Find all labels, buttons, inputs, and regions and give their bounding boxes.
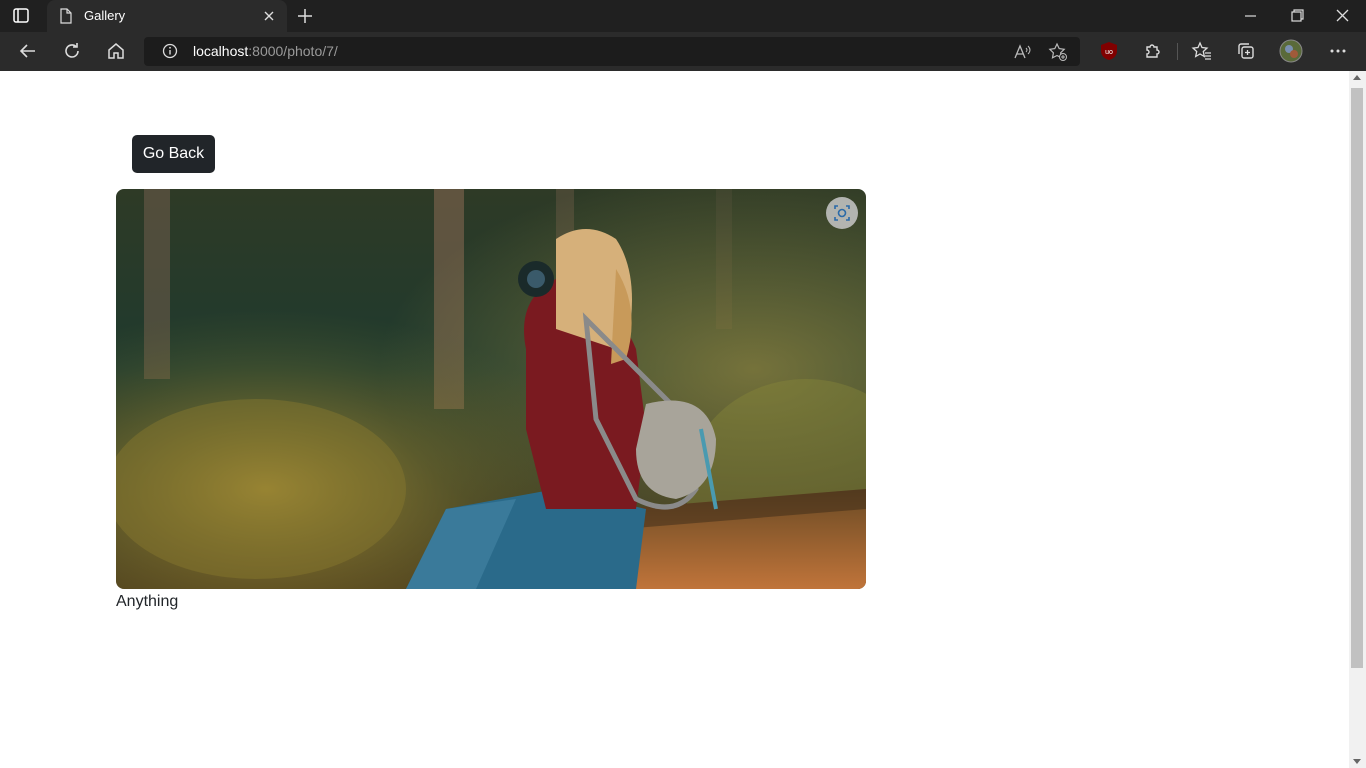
refresh-icon[interactable]: [60, 39, 84, 63]
toolbar-separator: [1177, 43, 1178, 60]
browser-chrome: Gallery localhost:8000/photo/7/ uo: [0, 0, 1366, 72]
go-back-button[interactable]: Go Back: [132, 135, 215, 173]
navigation-bar: localhost:8000/photo/7/ uo: [0, 32, 1366, 72]
tab-title: Gallery: [84, 8, 126, 23]
close-icon[interactable]: [261, 8, 277, 24]
photo-caption: Anything: [116, 593, 179, 610]
read-aloud-icon[interactable]: [1012, 42, 1032, 62]
url-host: localhost: [193, 43, 249, 59]
profile-avatar-icon[interactable]: [1279, 39, 1303, 63]
favorites-icon[interactable]: [1190, 39, 1214, 63]
back-arrow-icon[interactable]: [16, 39, 40, 63]
vertical-scrollbar[interactable]: [1349, 71, 1366, 768]
document-icon: [59, 8, 73, 24]
url-path: :8000/photo/7/: [248, 43, 338, 59]
page-content: Go Back Anything: [0, 71, 1349, 768]
window-close-icon[interactable]: [1332, 6, 1354, 26]
restore-icon[interactable]: [1286, 6, 1308, 26]
tab-actions-icon[interactable]: [12, 7, 32, 25]
ublock-icon[interactable]: uo: [1097, 39, 1121, 63]
home-icon[interactable]: [104, 39, 128, 63]
active-tab[interactable]: Gallery: [47, 0, 287, 32]
url-text: localhost:8000/photo/7/: [193, 43, 338, 59]
add-favorite-icon[interactable]: [1048, 42, 1068, 62]
extensions-icon[interactable]: [1141, 39, 1165, 63]
visual-search-icon[interactable]: [826, 197, 858, 229]
address-bar[interactable]: localhost:8000/photo/7/: [144, 37, 1080, 66]
info-icon[interactable]: [162, 43, 178, 59]
scrollbar-thumb[interactable]: [1351, 88, 1363, 668]
more-icon[interactable]: [1326, 39, 1350, 63]
scroll-down-icon[interactable]: [1353, 759, 1361, 764]
plus-icon[interactable]: [294, 5, 316, 27]
scroll-up-icon[interactable]: [1353, 75, 1361, 80]
gallery-photo: [116, 189, 866, 589]
svg-text:uo: uo: [1105, 49, 1113, 56]
tab-bar: Gallery: [0, 0, 1366, 32]
collections-icon[interactable]: [1234, 39, 1258, 63]
minimize-icon[interactable]: [1240, 6, 1262, 26]
